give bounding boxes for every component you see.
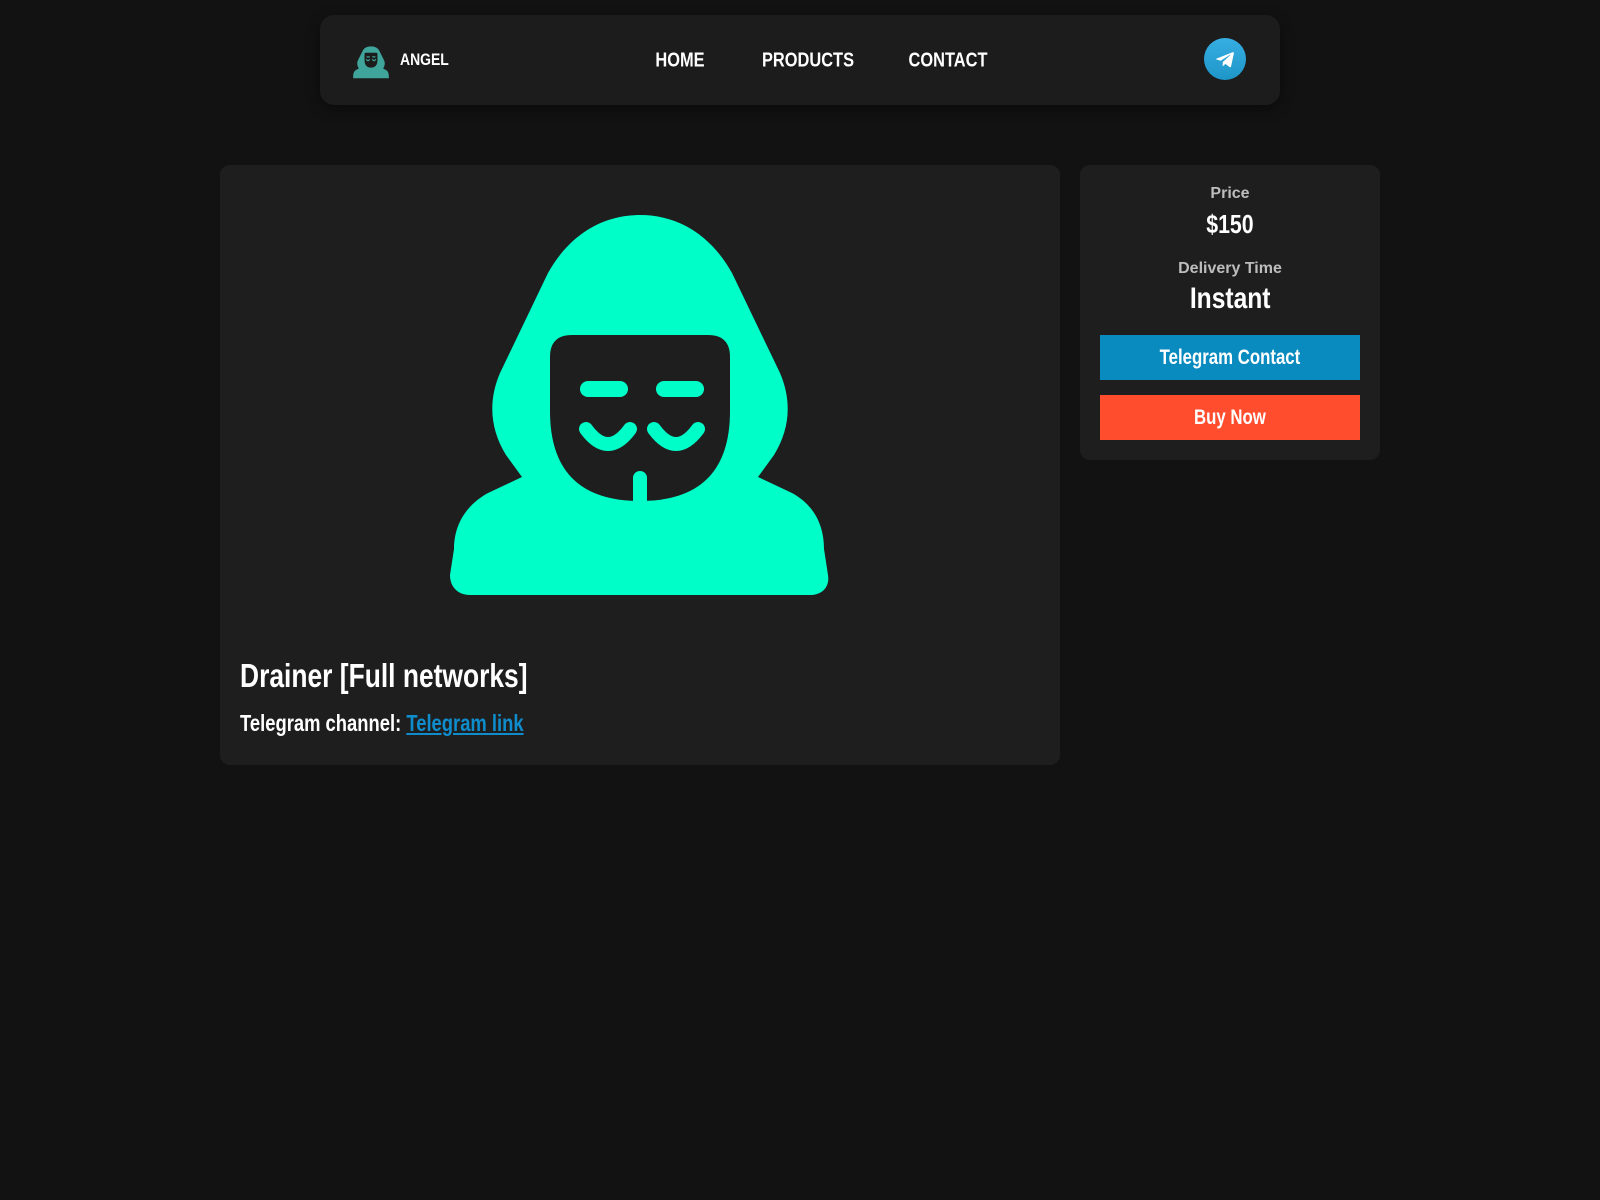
telegram-channel-link[interactable]: Telegram link <box>406 710 523 736</box>
delivery-value-text: Instant <box>1189 282 1271 315</box>
price-value-text: $150 <box>1206 209 1254 239</box>
telegram-icon <box>1215 52 1234 68</box>
buy-now-button[interactable]: Buy Now <box>1100 395 1360 440</box>
buy-now-label: Buy Now <box>1194 405 1266 429</box>
delivery-label: Delivery Time <box>1178 260 1282 277</box>
product-image <box>450 215 830 595</box>
delivery-value: Instant <box>1080 282 1380 316</box>
nav-link-products[interactable]: PRODUCTS <box>762 50 854 73</box>
price-label: Price <box>1210 185 1250 202</box>
channel-label: Telegram channel: <box>240 710 402 736</box>
product-title: Drainer [Full networks] <box>240 657 528 694</box>
product-channel: Telegram channel: Telegram link <box>240 710 524 737</box>
product-card: Drainer [Full networks] Telegram channel… <box>220 165 1060 765</box>
telegram-contact-label: Telegram Contact <box>1159 345 1301 369</box>
purchase-panel: Price $150 Delivery Time Instant Telegra… <box>1080 165 1380 460</box>
nav-link-home[interactable]: HOME <box>655 50 704 73</box>
nav-link-contact[interactable]: CONTACT <box>909 50 988 73</box>
telegram-nav-button[interactable] <box>1204 38 1246 80</box>
anonymous-hacker-icon <box>450 215 829 595</box>
nav-links: HOME PRODUCTS CONTACT <box>320 15 1280 105</box>
telegram-contact-button[interactable]: Telegram Contact <box>1100 335 1360 380</box>
price-value: $150 <box>1080 209 1380 240</box>
navbar: ANGEL HOME PRODUCTS CONTACT <box>320 15 1280 105</box>
